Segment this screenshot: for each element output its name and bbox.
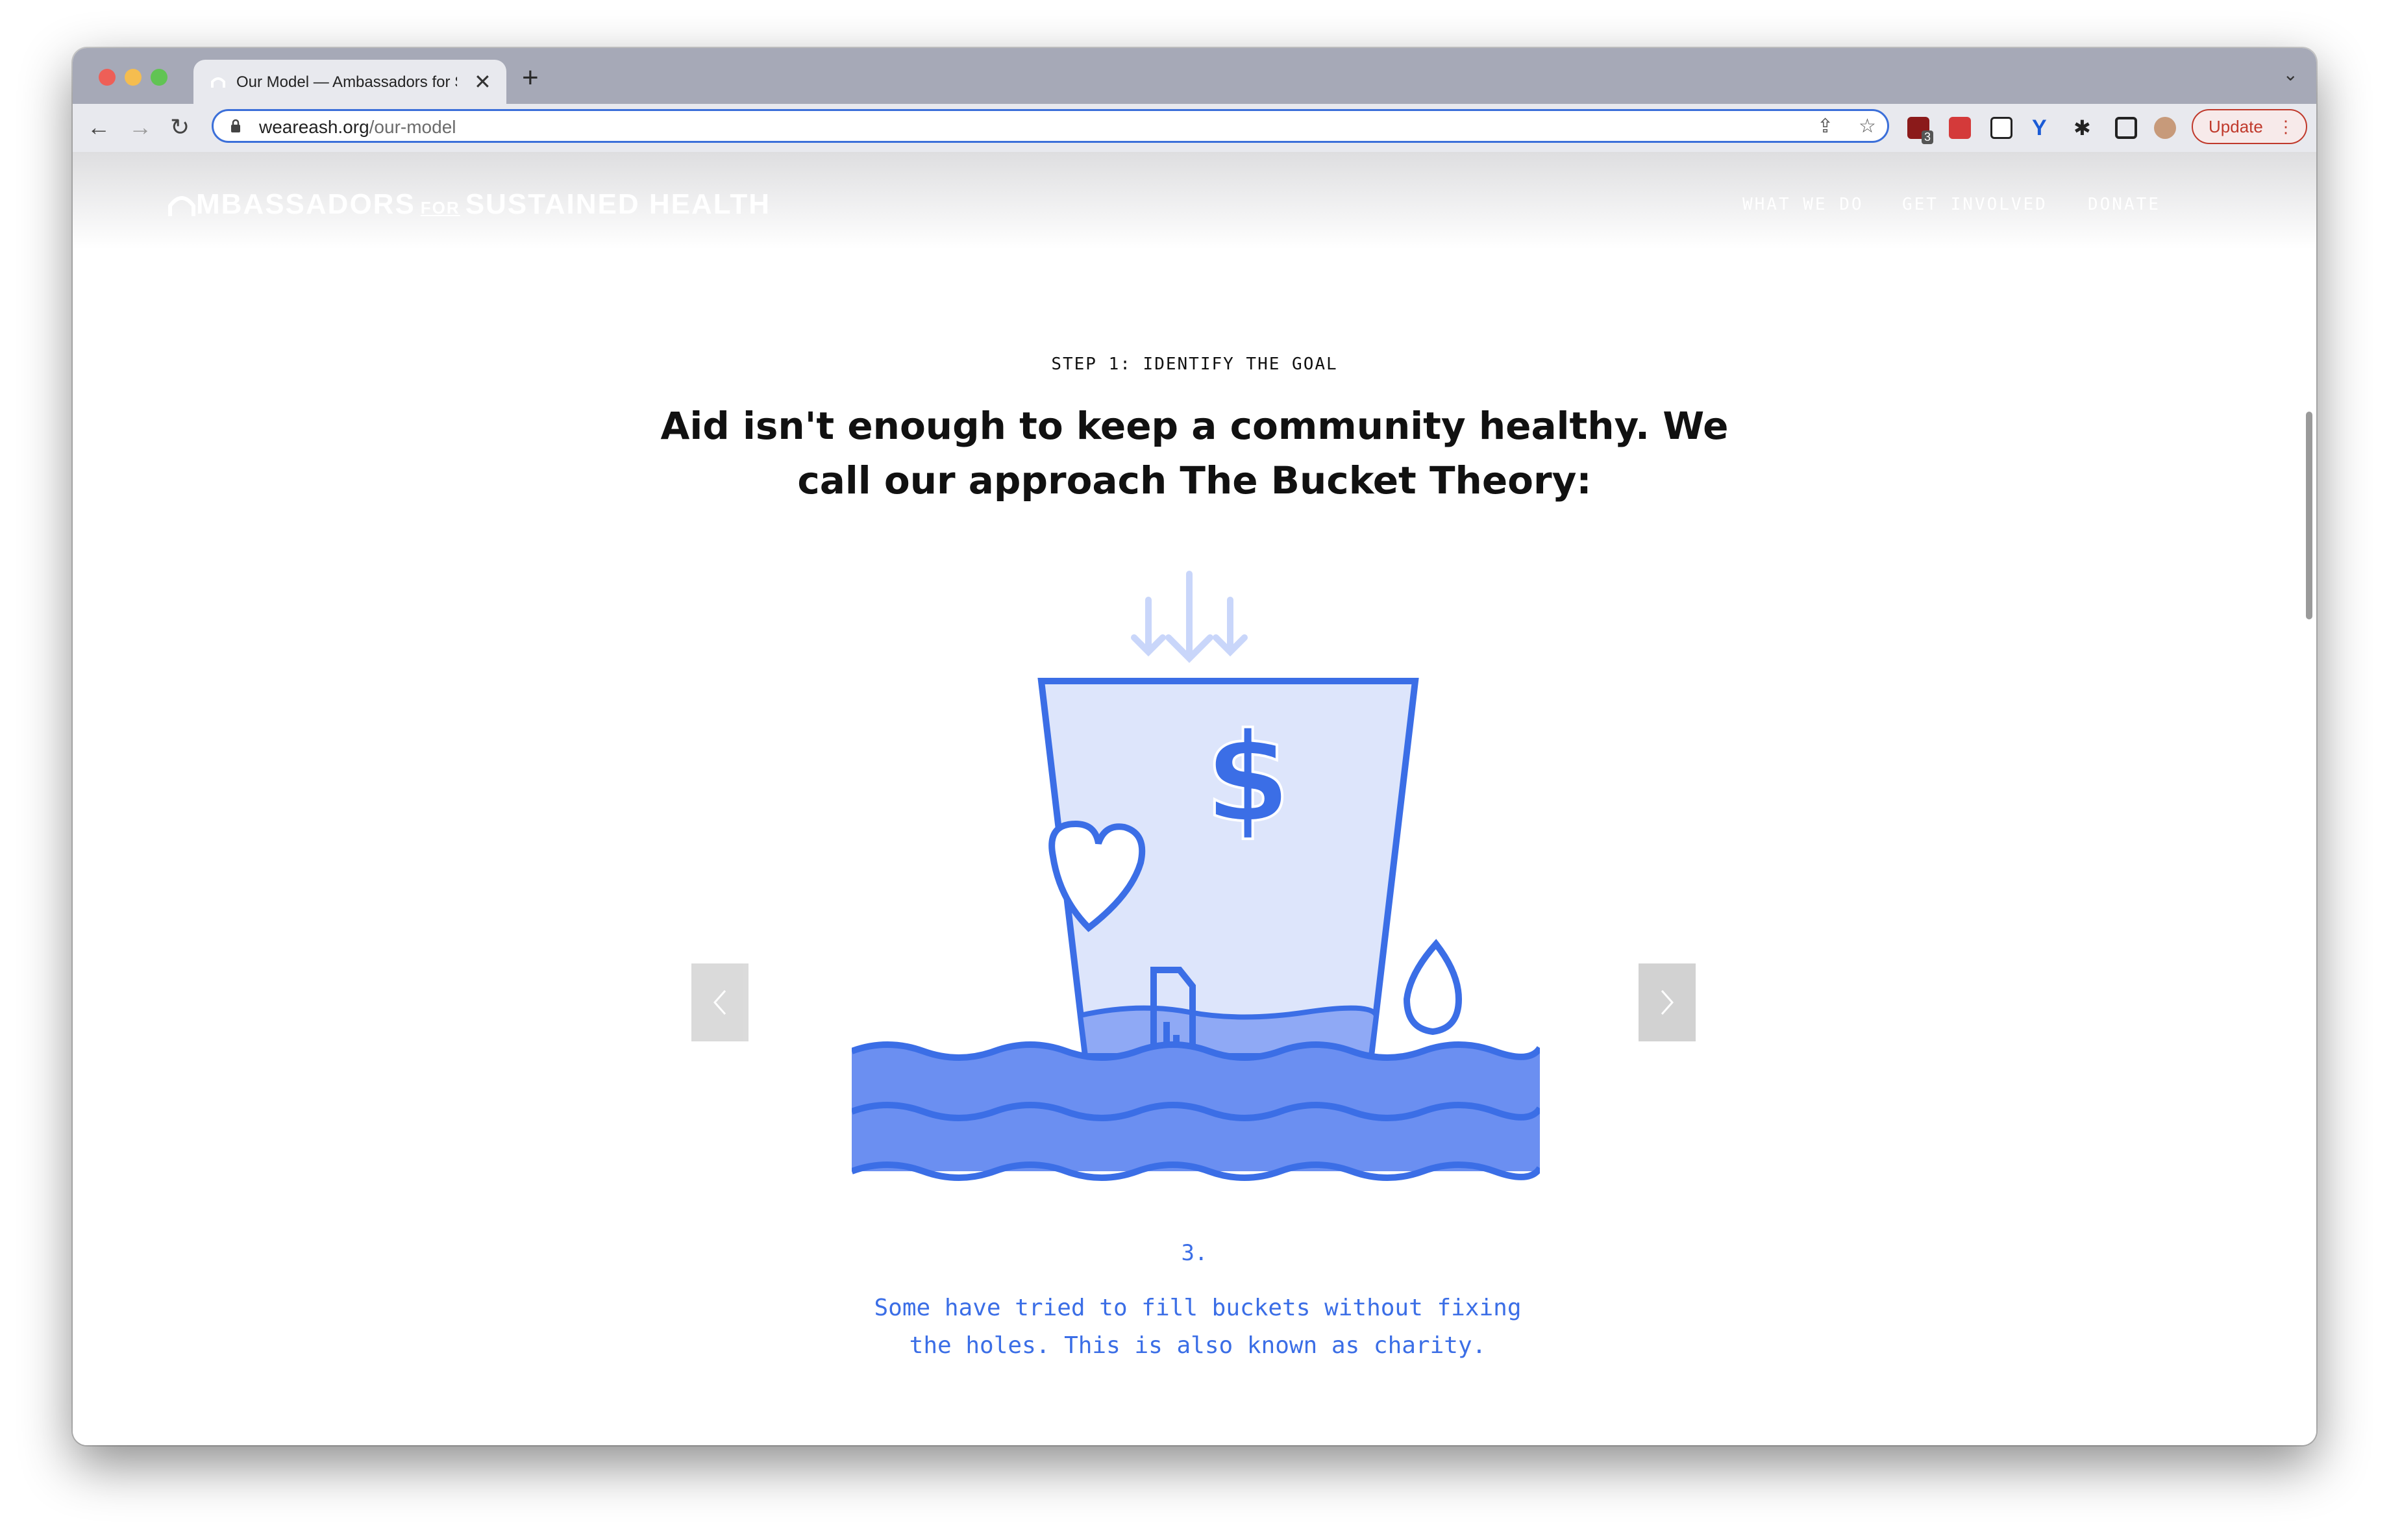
close-window-button[interactable] [99, 69, 116, 86]
url-host: weareash.org [259, 117, 369, 137]
site-logo[interactable]: MBASSADORS FOR SUSTAINED HEALTH [167, 188, 771, 221]
slide-caption: Some have tried to fill buckets without … [844, 1289, 1552, 1365]
nav-get-involved[interactable]: GET INVOLVED [1902, 195, 2048, 214]
reload-icon[interactable]: ↻ [170, 113, 190, 142]
carousel-prev-button[interactable] [691, 963, 749, 1041]
site-header: MBASSADORS FOR SUSTAINED HEALTH WHAT WE DO… [73, 152, 2316, 249]
profile-avatar[interactable] [2154, 117, 2176, 139]
update-label: Update [2209, 117, 2263, 136]
password-extension-icon[interactable] [1949, 117, 1971, 139]
vimeo-extension-icon[interactable]: Y [2032, 117, 2054, 139]
page-headline: Aid isn't enough to keep a community hea… [649, 399, 1740, 508]
maximize-window-button[interactable] [151, 69, 167, 86]
site-favicon-icon [211, 77, 225, 88]
back-arrow-icon[interactable]: ← [87, 113, 110, 142]
nav-what-we-do[interactable]: WHAT WE DO [1742, 195, 1864, 214]
tab-strip: Our Model — Ambassadors for Sustained He… [73, 48, 2316, 105]
bookmark-star-icon[interactable]: ☆ [1859, 115, 1876, 138]
minimize-window-button[interactable] [125, 69, 142, 86]
forward-arrow-icon[interactable]: → [129, 113, 152, 142]
notion-extension-icon[interactable] [1990, 117, 2012, 139]
close-tab-icon[interactable]: ✕ [474, 69, 491, 95]
logo-text-for: FOR [420, 198, 460, 217]
tab-title: Our Model — Ambassadors for Sustained He… [236, 73, 457, 91]
caption-line-2: the holes. This is also known as charity… [909, 1332, 1487, 1359]
bucket-theory-illustration: $ [852, 571, 1540, 1181]
ublock-extension-icon[interactable]: 3 [1907, 117, 1933, 144]
url-path: /our-model [369, 117, 456, 137]
logo-text-2: SUSTAINED HEALTH [465, 188, 771, 220]
chevron-right-icon [1661, 990, 1674, 1015]
active-tab[interactable]: Our Model — Ambassadors for Sustained He… [193, 60, 506, 105]
side-panel-icon[interactable] [2115, 117, 2137, 139]
waves-icon [852, 1041, 1540, 1181]
dollar-sign-icon: $ [1205, 706, 1291, 850]
tab-search-chevron-icon[interactable]: ⌄ [2283, 64, 2298, 85]
slide-number: 3. [1181, 1240, 1208, 1266]
page-scrollbar[interactable] [2306, 412, 2312, 619]
lock-icon [231, 119, 240, 132]
more-menu-icon: ⋮ [2277, 117, 2294, 136]
water-drop-icon [1403, 939, 1463, 1036]
share-icon[interactable]: ⇪ [1817, 115, 1833, 138]
new-tab-icon[interactable]: + [522, 62, 539, 93]
web-page: MBASSADORS FOR SUSTAINED HEALTH WHAT WE DO… [73, 152, 2316, 1445]
browser-window: Our Model — Ambassadors for Sustained He… [73, 48, 2316, 1445]
step-label: STEP 1: IDENTIFY THE GOAL [1051, 354, 1338, 374]
nav-donate[interactable]: DONATE [2088, 195, 2160, 214]
headline-line-2: call our approach The Bucket Theory: [797, 458, 1592, 503]
chevron-left-icon [713, 990, 726, 1015]
carousel-next-button[interactable] [1639, 963, 1696, 1041]
browser-toolbar: ← → ↻ weareash.org/our-model ⇪ ☆ 3 Y ✱ U… [73, 104, 2316, 153]
logo-arch-icon [168, 196, 195, 216]
extensions-puzzle-icon[interactable]: ✱ [2073, 117, 2096, 139]
address-bar[interactable]: weareash.org/our-model ⇪ ☆ [212, 109, 1889, 143]
url-text: weareash.org/our-model [259, 117, 456, 138]
extension-badge: 3 [1921, 130, 1933, 144]
caption-line-1: Some have tried to fill buckets without … [874, 1295, 1522, 1321]
falling-arrows-icon [1131, 571, 1248, 664]
headline-line-1: Aid isn't enough to keep a community hea… [660, 404, 1729, 448]
logo-text-1: MBASSADORS [196, 188, 415, 220]
update-button[interactable]: Update ⋮ [2192, 109, 2307, 144]
